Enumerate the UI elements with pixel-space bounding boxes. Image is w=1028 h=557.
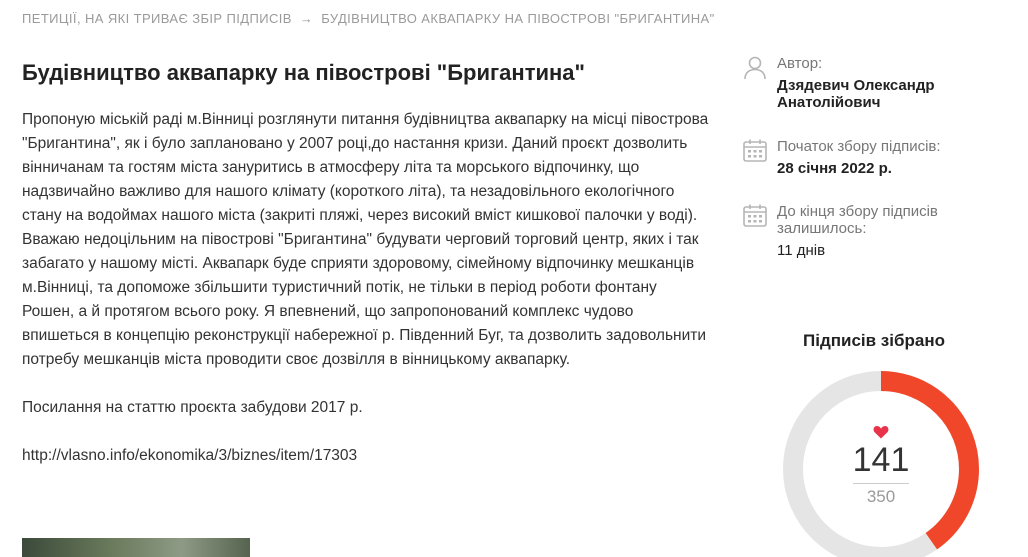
- petition-paragraph: Пропоную міській раді м.Вінниці розгляну…: [22, 111, 709, 368]
- breadcrumb-current: БУДІВНИЦТВО АКВАПАРКУ НА ПІВОСТРОВІ "БРИ…: [321, 11, 715, 26]
- petition-paragraph: Посилання на статтю проєкта забудови 201…: [22, 399, 363, 416]
- calendar-icon: [743, 139, 767, 162]
- start-date-label: Початок збору підписів:: [777, 138, 941, 155]
- author-label: Автор:: [777, 55, 823, 72]
- signatures-goal: 350: [866, 487, 896, 506]
- heart-icon: [873, 426, 889, 439]
- remaining-value: 11 днів: [777, 242, 826, 259]
- breadcrumb-parent-link[interactable]: ПЕТИЦІЇ, НА ЯКІ ТРИВАЄ ЗБІР ПІДПИСІВ: [22, 11, 292, 26]
- petition-body: Пропоную міській раді м.Вінниці розгляну…: [22, 108, 712, 468]
- author-info: Автор: Дзядевич Олександр Анатолійович: [742, 55, 977, 111]
- petition-link[interactable]: http://vlasno.info/ekonomika/3/biznes/it…: [22, 444, 712, 468]
- start-date-value: 28 січня 2022 р.: [777, 160, 892, 177]
- signatures-title: Підписів зібрано: [803, 331, 945, 350]
- page-title: Будівництво аквапарку на півострові "Бри…: [22, 60, 585, 85]
- user-icon: [744, 56, 766, 80]
- breadcrumb: ПЕТИЦІЇ, НА ЯКІ ТРИВАЄ ЗБІР ПІДПИСІВ → БУД…: [22, 11, 715, 26]
- signatures-collected: 141: [852, 441, 910, 479]
- counter-divider: [853, 483, 909, 484]
- petition-image: [22, 538, 250, 557]
- signatures-counter: 141 350: [782, 425, 980, 507]
- author-name: Дзядевич Олександр Анатолійович: [777, 77, 935, 111]
- remaining-info: До кінця збору підписів залишилось: 11 д…: [742, 203, 992, 259]
- breadcrumb-arrow-icon: →: [299, 11, 314, 26]
- calendar-icon: [743, 204, 767, 227]
- remaining-label: До кінця збору підписів залишилось:: [777, 203, 938, 237]
- start-date-info: Початок збору підписів: 28 січня 2022 р.: [742, 138, 941, 177]
